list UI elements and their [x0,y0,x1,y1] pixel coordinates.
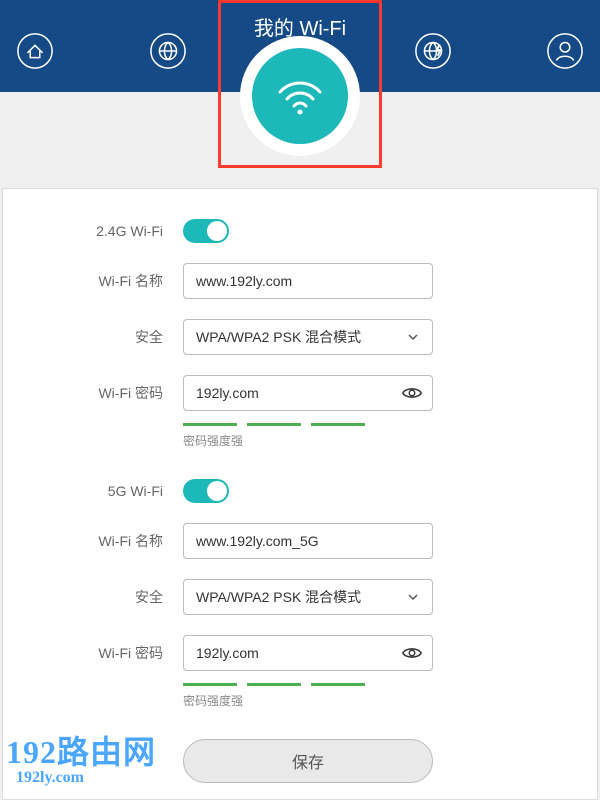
wifi24-password-label: Wi-Fi 密码 [3,383,183,403]
wifi5-toggle[interactable] [183,479,229,503]
wifi24-toggle[interactable] [183,219,229,243]
wifi5-name-input[interactable] [183,523,433,559]
wifi24-security-value: WPA/WPA2 PSK 混合模式 [196,327,361,347]
globe-fast-icon[interactable] [414,32,452,70]
wifi-icon [272,68,328,124]
wifi5-password-label: Wi-Fi 密码 [3,643,183,663]
wifi5-strength-text: 密码强度强 [183,692,433,709]
wifi5-strength-bar [183,683,433,686]
home-icon[interactable] [16,32,54,70]
wifi24-password-input[interactable] [183,375,433,411]
eye-visibility-icon[interactable] [401,642,423,664]
wifi24-name-input[interactable] [183,263,433,299]
wifi5-security-label: 安全 [3,587,183,607]
wifi-tab-active[interactable] [240,36,360,156]
settings-panel: 2.4G Wi-Fi Wi-Fi 名称 安全 WPA/WPA2 PSK 混合模式… [2,188,598,800]
wifi24-security-label: 安全 [3,327,183,347]
chevron-down-icon [406,590,420,604]
wifi5-security-value: WPA/WPA2 PSK 混合模式 [196,587,361,607]
wifi24-strength-bar [183,423,433,426]
save-button[interactable]: 保存 [183,739,433,783]
wifi5-name-label: Wi-Fi 名称 [3,531,183,551]
user-icon[interactable] [546,32,584,70]
globe-icon[interactable] [149,32,187,70]
wifi24-security-select[interactable]: WPA/WPA2 PSK 混合模式 [183,319,433,355]
wifi5-heading: 5G Wi-Fi [3,483,183,499]
wifi5-security-select[interactable]: WPA/WPA2 PSK 混合模式 [183,579,433,615]
wifi5-password-input[interactable] [183,635,433,671]
wifi24-heading: 2.4G Wi-Fi [3,223,183,239]
wifi24-name-label: Wi-Fi 名称 [3,271,183,291]
eye-visibility-icon[interactable] [401,382,423,404]
wifi24-strength-text: 密码强度强 [183,432,433,449]
chevron-down-icon [406,330,420,344]
